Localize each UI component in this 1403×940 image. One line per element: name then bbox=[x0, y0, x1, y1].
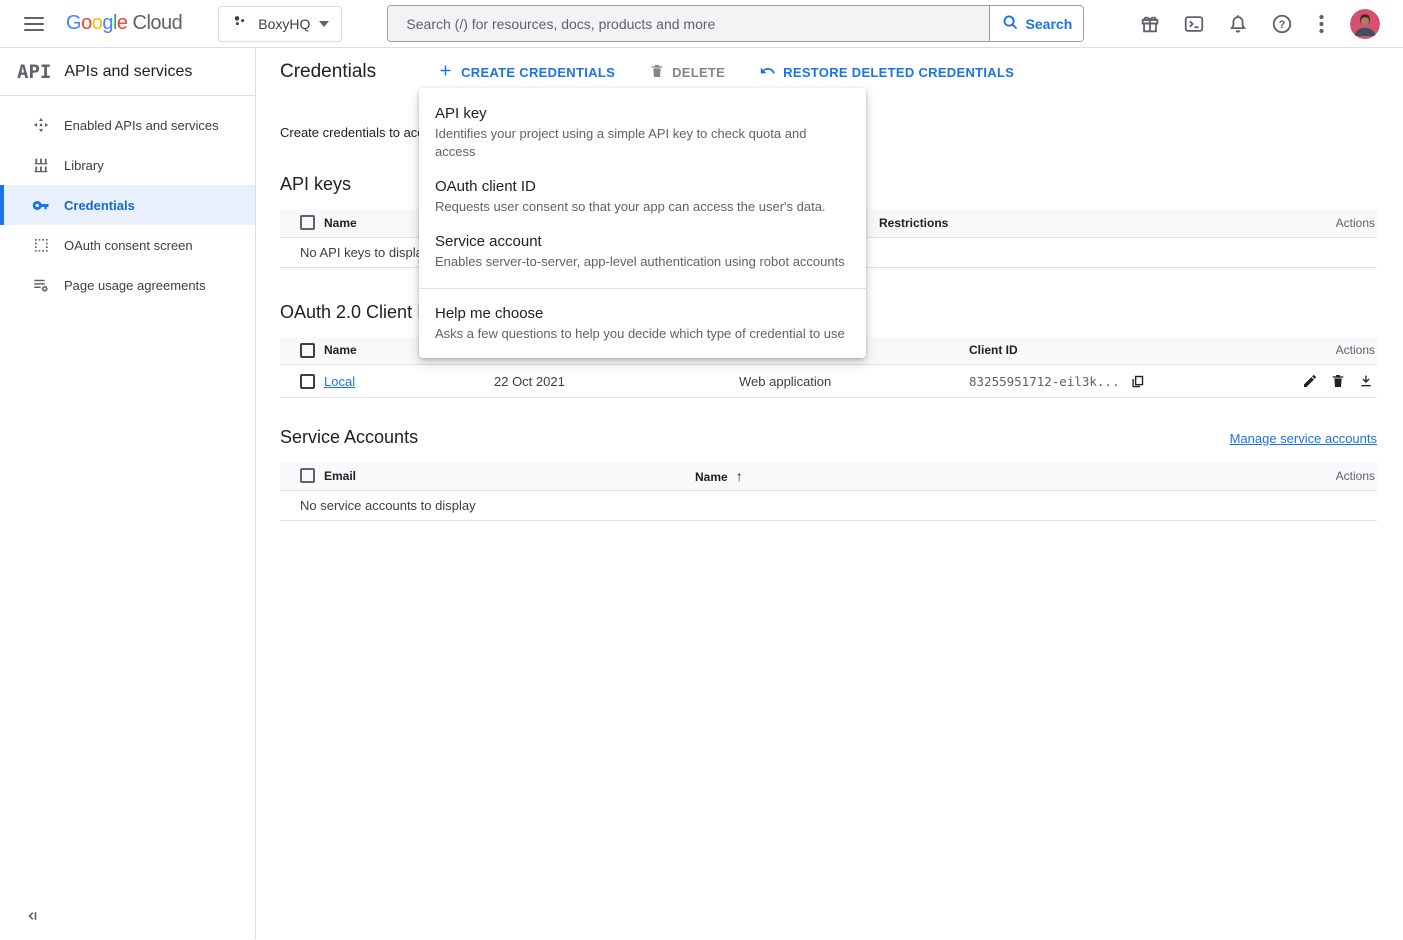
column-header-actions: Actions bbox=[1297, 462, 1377, 490]
project-name: BoxyHQ bbox=[258, 16, 310, 32]
restore-label: RESTORE DELETED CREDENTIALS bbox=[783, 65, 1014, 80]
search-button-label: Search bbox=[1026, 16, 1073, 32]
menu-item-help-me-choose[interactable]: Help me choose Asks a few questions to h… bbox=[419, 297, 866, 352]
gift-icon[interactable] bbox=[1138, 12, 1162, 36]
sidebar-item-label: Enabled APIs and services bbox=[64, 118, 219, 133]
type-cell: Web application bbox=[739, 365, 969, 398]
sidebar-item-label: Library bbox=[64, 158, 104, 173]
key-icon bbox=[32, 196, 50, 214]
trash-icon bbox=[649, 63, 665, 82]
column-header-name[interactable]: Name↑ bbox=[695, 462, 1297, 490]
hamburger-icon[interactable] bbox=[24, 17, 44, 31]
project-icon bbox=[231, 12, 249, 35]
column-header-actions: Actions bbox=[1297, 209, 1377, 237]
page-title: Credentials bbox=[280, 61, 376, 83]
copy-icon[interactable] bbox=[1130, 373, 1146, 389]
service-accounts-table: Email Name↑ Actions No service accounts … bbox=[280, 462, 1377, 521]
menu-item-title: OAuth client ID bbox=[435, 177, 850, 197]
sidebar-title: APIs and services bbox=[64, 63, 192, 81]
download-icon[interactable] bbox=[1357, 372, 1375, 390]
plus-icon bbox=[437, 62, 454, 82]
menu-item-description: Requests user consent so that your app c… bbox=[435, 198, 850, 216]
menu-item-description: Identifies your project using a simple A… bbox=[435, 125, 850, 161]
search-field[interactable] bbox=[388, 6, 989, 41]
search-icon bbox=[1002, 14, 1019, 34]
collapse-sidebar-icon[interactable] bbox=[22, 906, 42, 926]
restore-deleted-credentials-button[interactable]: RESTORE DELETED CREDENTIALS bbox=[759, 62, 1014, 82]
search-button[interactable]: Search bbox=[989, 6, 1083, 41]
sidebar: API APIs and services Enabled APIs and s… bbox=[0, 48, 256, 939]
more-vertical-icon[interactable] bbox=[1314, 12, 1328, 36]
menu-item-title: API key bbox=[435, 104, 850, 124]
create-credentials-menu: API key Identifies your project using a … bbox=[419, 88, 866, 358]
sidebar-item-label: Credentials bbox=[64, 198, 135, 213]
menu-item-api-key[interactable]: API key Identifies your project using a … bbox=[419, 97, 866, 170]
sidebar-item-credentials[interactable]: Credentials bbox=[0, 185, 255, 225]
menu-item-description: Enables server-to-server, app-level auth… bbox=[435, 253, 850, 271]
menu-item-oauth-client-id[interactable]: OAuth client ID Requests user consent so… bbox=[419, 170, 866, 225]
google-cloud-logo[interactable]: Google Cloud bbox=[66, 12, 182, 35]
project-selector[interactable]: BoxyHQ bbox=[218, 6, 342, 42]
sidebar-nav: Enabled APIs and services Library Creden… bbox=[0, 96, 255, 305]
delete-label: DELETE bbox=[672, 65, 725, 80]
notifications-icon[interactable] bbox=[1226, 12, 1250, 36]
create-credentials-button[interactable]: CREATE CREDENTIALS bbox=[437, 62, 615, 82]
sort-ascending-icon[interactable]: ↑ bbox=[736, 468, 743, 484]
page-agreements-icon bbox=[32, 276, 50, 294]
service-accounts-heading: Service Accounts bbox=[280, 427, 418, 448]
search-input[interactable] bbox=[404, 15, 973, 33]
logo-cloud: Cloud bbox=[133, 12, 183, 35]
menu-divider bbox=[419, 288, 866, 289]
client-id-value: 83255951712-eil3k... bbox=[969, 374, 1120, 389]
enabled-apis-icon bbox=[32, 116, 50, 134]
app-bar: Google Cloud BoxyHQ Search bbox=[0, 0, 1403, 48]
google-cloud-console: Google Cloud BoxyHQ Search bbox=[0, 0, 1403, 940]
sidebar-header: API APIs and services bbox=[0, 48, 255, 96]
undo-icon bbox=[759, 62, 776, 82]
logo-google: Google bbox=[66, 12, 128, 35]
manage-service-accounts-link[interactable]: Manage service accounts bbox=[1230, 431, 1377, 446]
service-accounts-empty-message: No service accounts to display bbox=[280, 490, 1377, 520]
cloud-shell-icon[interactable] bbox=[1182, 12, 1206, 36]
menu-item-title: Help me choose bbox=[435, 304, 850, 324]
table-header-row: Email Name↑ Actions bbox=[280, 462, 1377, 490]
sidebar-item-page-usage-agreements[interactable]: Page usage agreements bbox=[0, 265, 255, 305]
search-bar: Search bbox=[387, 5, 1084, 42]
sidebar-item-library[interactable]: Library bbox=[0, 145, 255, 185]
select-all-checkbox[interactable] bbox=[300, 215, 315, 230]
delete-icon[interactable] bbox=[1329, 372, 1347, 390]
empty-row: No service accounts to display bbox=[280, 490, 1377, 520]
menu-item-service-account[interactable]: Service account Enables server-to-server… bbox=[419, 225, 866, 280]
toolbar: CREATE CREDENTIALS DELETE RESTORE DELETE… bbox=[437, 62, 1014, 82]
service-accounts-header: Service Accounts Manage service accounts bbox=[280, 427, 1377, 448]
creation-date-cell: 22 Oct 2021 bbox=[494, 365, 739, 398]
select-all-checkbox[interactable] bbox=[300, 468, 315, 483]
delete-button[interactable]: DELETE bbox=[649, 63, 725, 82]
column-header-client-id[interactable]: Client ID bbox=[969, 337, 1287, 365]
table-row: Local 22 Oct 2021 Web application 832559… bbox=[280, 365, 1377, 398]
column-header-restrictions[interactable]: Restrictions bbox=[879, 209, 1297, 237]
sidebar-item-oauth-consent[interactable]: OAuth consent screen bbox=[0, 225, 255, 265]
client-name-link[interactable]: Local bbox=[324, 374, 355, 389]
oauth-consent-icon bbox=[32, 236, 50, 254]
sidebar-item-enabled-apis[interactable]: Enabled APIs and services bbox=[0, 105, 255, 145]
svg-text:?: ? bbox=[1279, 18, 1286, 30]
create-credentials-label: CREATE CREDENTIALS bbox=[461, 65, 615, 80]
column-header-actions: Actions bbox=[1287, 337, 1377, 365]
sidebar-item-label: Page usage agreements bbox=[64, 278, 206, 293]
column-header-email[interactable]: Email bbox=[324, 462, 695, 490]
api-product-logo: API bbox=[17, 61, 51, 83]
menu-item-description: Asks a few questions to help you decide … bbox=[435, 325, 850, 343]
row-checkbox[interactable] bbox=[300, 374, 315, 389]
help-icon[interactable]: ? bbox=[1270, 12, 1294, 36]
appbar-icon-group: ? bbox=[1138, 9, 1380, 39]
library-icon bbox=[32, 156, 50, 174]
avatar[interactable] bbox=[1350, 9, 1380, 39]
sidebar-item-label: OAuth consent screen bbox=[64, 238, 193, 253]
menu-item-title: Service account bbox=[435, 232, 850, 252]
chevron-down-icon bbox=[319, 21, 329, 27]
edit-icon[interactable] bbox=[1301, 372, 1319, 390]
select-all-checkbox[interactable] bbox=[300, 343, 315, 358]
